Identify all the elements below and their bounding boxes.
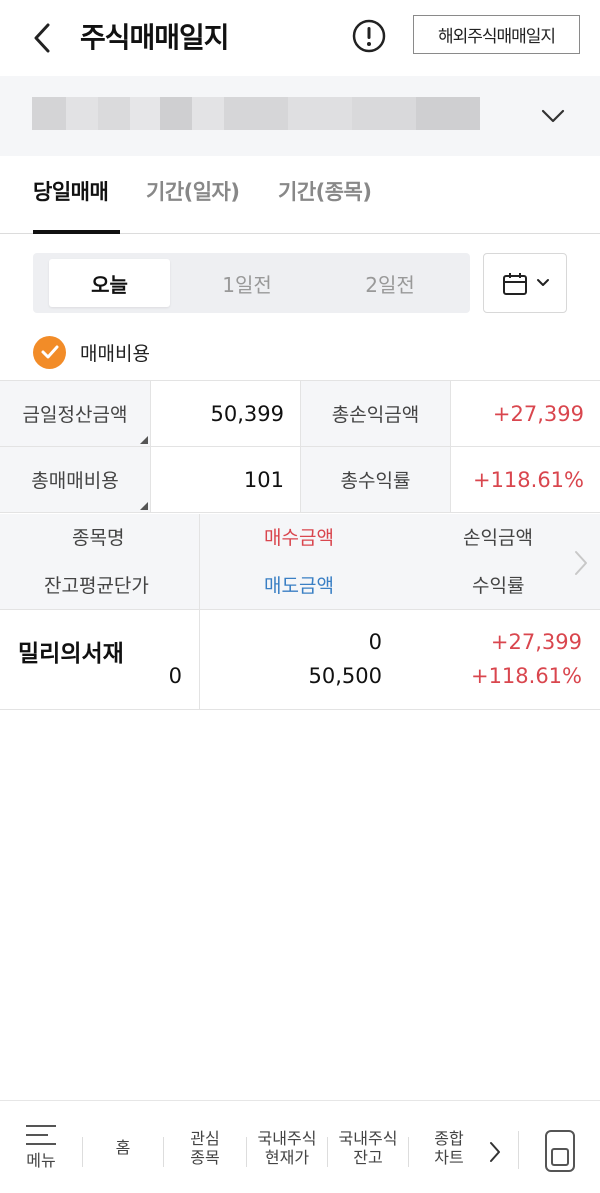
header-buy-amount: 매수금액 [264,527,334,549]
mobile-device-icon[interactable] [545,1130,575,1172]
masked-account-number [32,97,480,130]
settlement-value: 50,399 [150,381,300,447]
nav-menu[interactable]: 메뉴 [0,1101,82,1193]
day-option-1-day-ago[interactable]: 1일전 [185,259,309,307]
header-return-rate: 수익률 [472,575,525,597]
header-bar: 주식매매일지 해외주식매매일지 [0,0,600,76]
nav-balance-label-2: 잔고 [353,1147,383,1167]
nav-chart[interactable]: 종합 차트 [409,1101,489,1193]
nav-domestic-balance[interactable]: 국내주식 잔고 [328,1101,408,1193]
page-title: 주식매매일지 [80,21,230,54]
nav-watchlist-label-1: 관심 [190,1128,220,1148]
chevron-down-icon [537,279,549,286]
list-header: 종목명 잔고평균단가 매수금액 매도금액 손익금액 수익률 [0,514,600,610]
nav-watchlist[interactable]: 관심 종목 [164,1101,246,1193]
day-option-today[interactable]: 오늘 [49,259,170,307]
nav-scroll-chevron-icon[interactable] [486,1137,504,1167]
row-sell-amount: 50,500 [308,664,382,688]
header-sell-amount: 매도금액 [264,575,334,597]
summary-table: 금일정산금액 50,399 총손익금액 +27,399 총매매비용 101 총수… [0,380,600,514]
row-buy-amount: 0 [368,630,382,654]
corner-triangle-icon [140,436,148,444]
row-stock-name: 밀리의서재 [18,641,124,667]
total-pnl-value: +27,399 [450,381,600,447]
nav-home-label: 홈 [115,1138,131,1157]
fee-checkbox-row[interactable]: 매매비용 [33,334,150,370]
header-stock-name: 종목명 [72,527,125,549]
active-tab-indicator [33,230,120,234]
back-button[interactable] [26,20,58,56]
fee-checkbox-label: 매매비용 [80,342,150,365]
header-pnl-amount: 손익금액 [463,527,533,549]
calendar-button[interactable] [483,253,567,313]
nav-chart-label-2: 차트 [434,1147,464,1167]
tab-bar: 당일매매 기간(일자) 기간(종목) [0,156,600,234]
row-pnl-amount: +27,399 [490,630,582,654]
column-divider [199,514,200,610]
tab-same-day[interactable]: 당일매매 [33,176,109,208]
nav-watchlist-label-2: 종목 [190,1147,220,1167]
table-row[interactable]: 밀리의서재 0 0 50,500 +27,399 +118.61% [0,610,600,710]
checkbox-checked[interactable] [33,335,66,369]
nav-price-label-2: 현재가 [264,1147,310,1167]
day-option-2-days-ago[interactable]: 2일전 [327,259,453,307]
total-pnl-label: 총손익금액 [300,381,450,447]
row-return-rate: +118.61% [470,664,582,688]
row-avg-price: 0 [168,664,182,688]
nav-price-label-1: 국내주식 [257,1128,317,1148]
calendar-icon [503,273,527,295]
day-selector: 오늘 1일전 2일전 [33,253,470,313]
column-divider [199,610,200,710]
nav-chart-label-1: 종합 [434,1128,464,1148]
bottom-navigation: 메뉴 홈 관심 종목 국내주식 현재가 국내주식 잔고 종합 차트 [0,1100,600,1193]
corner-triangle-icon [140,502,148,510]
total-return-label: 총수익률 [300,447,450,513]
total-fee-label: 총매매비용 [0,447,150,513]
tab-period-date[interactable]: 기간(일자) [146,176,240,208]
info-button[interactable] [352,19,386,53]
account-selector[interactable] [0,76,600,156]
total-return-value: +118.61% [450,447,600,513]
nav-menu-label: 메뉴 [26,1151,56,1170]
account-dropdown-chevron-icon[interactable] [540,104,566,128]
nav-separator [518,1131,519,1169]
nav-home[interactable]: 홈 [83,1101,163,1193]
chevron-left-icon [34,23,50,53]
exclamation-circle-icon [352,19,386,53]
overseas-journal-button[interactable]: 해외주식매매일지 [413,15,580,54]
checkmark-icon [41,345,58,359]
menu-icon [26,1125,56,1147]
tab-period-stock[interactable]: 기간(종목) [278,176,372,208]
total-fee-value: 101 [150,447,300,513]
settlement-label: 금일정산금액 [0,381,150,447]
nav-balance-label-1: 국내주식 [338,1128,398,1148]
header-avg-price: 잔고평균단가 [44,575,149,597]
nav-domestic-price[interactable]: 국내주식 현재가 [247,1101,327,1193]
chevron-right-icon[interactable] [572,548,590,578]
